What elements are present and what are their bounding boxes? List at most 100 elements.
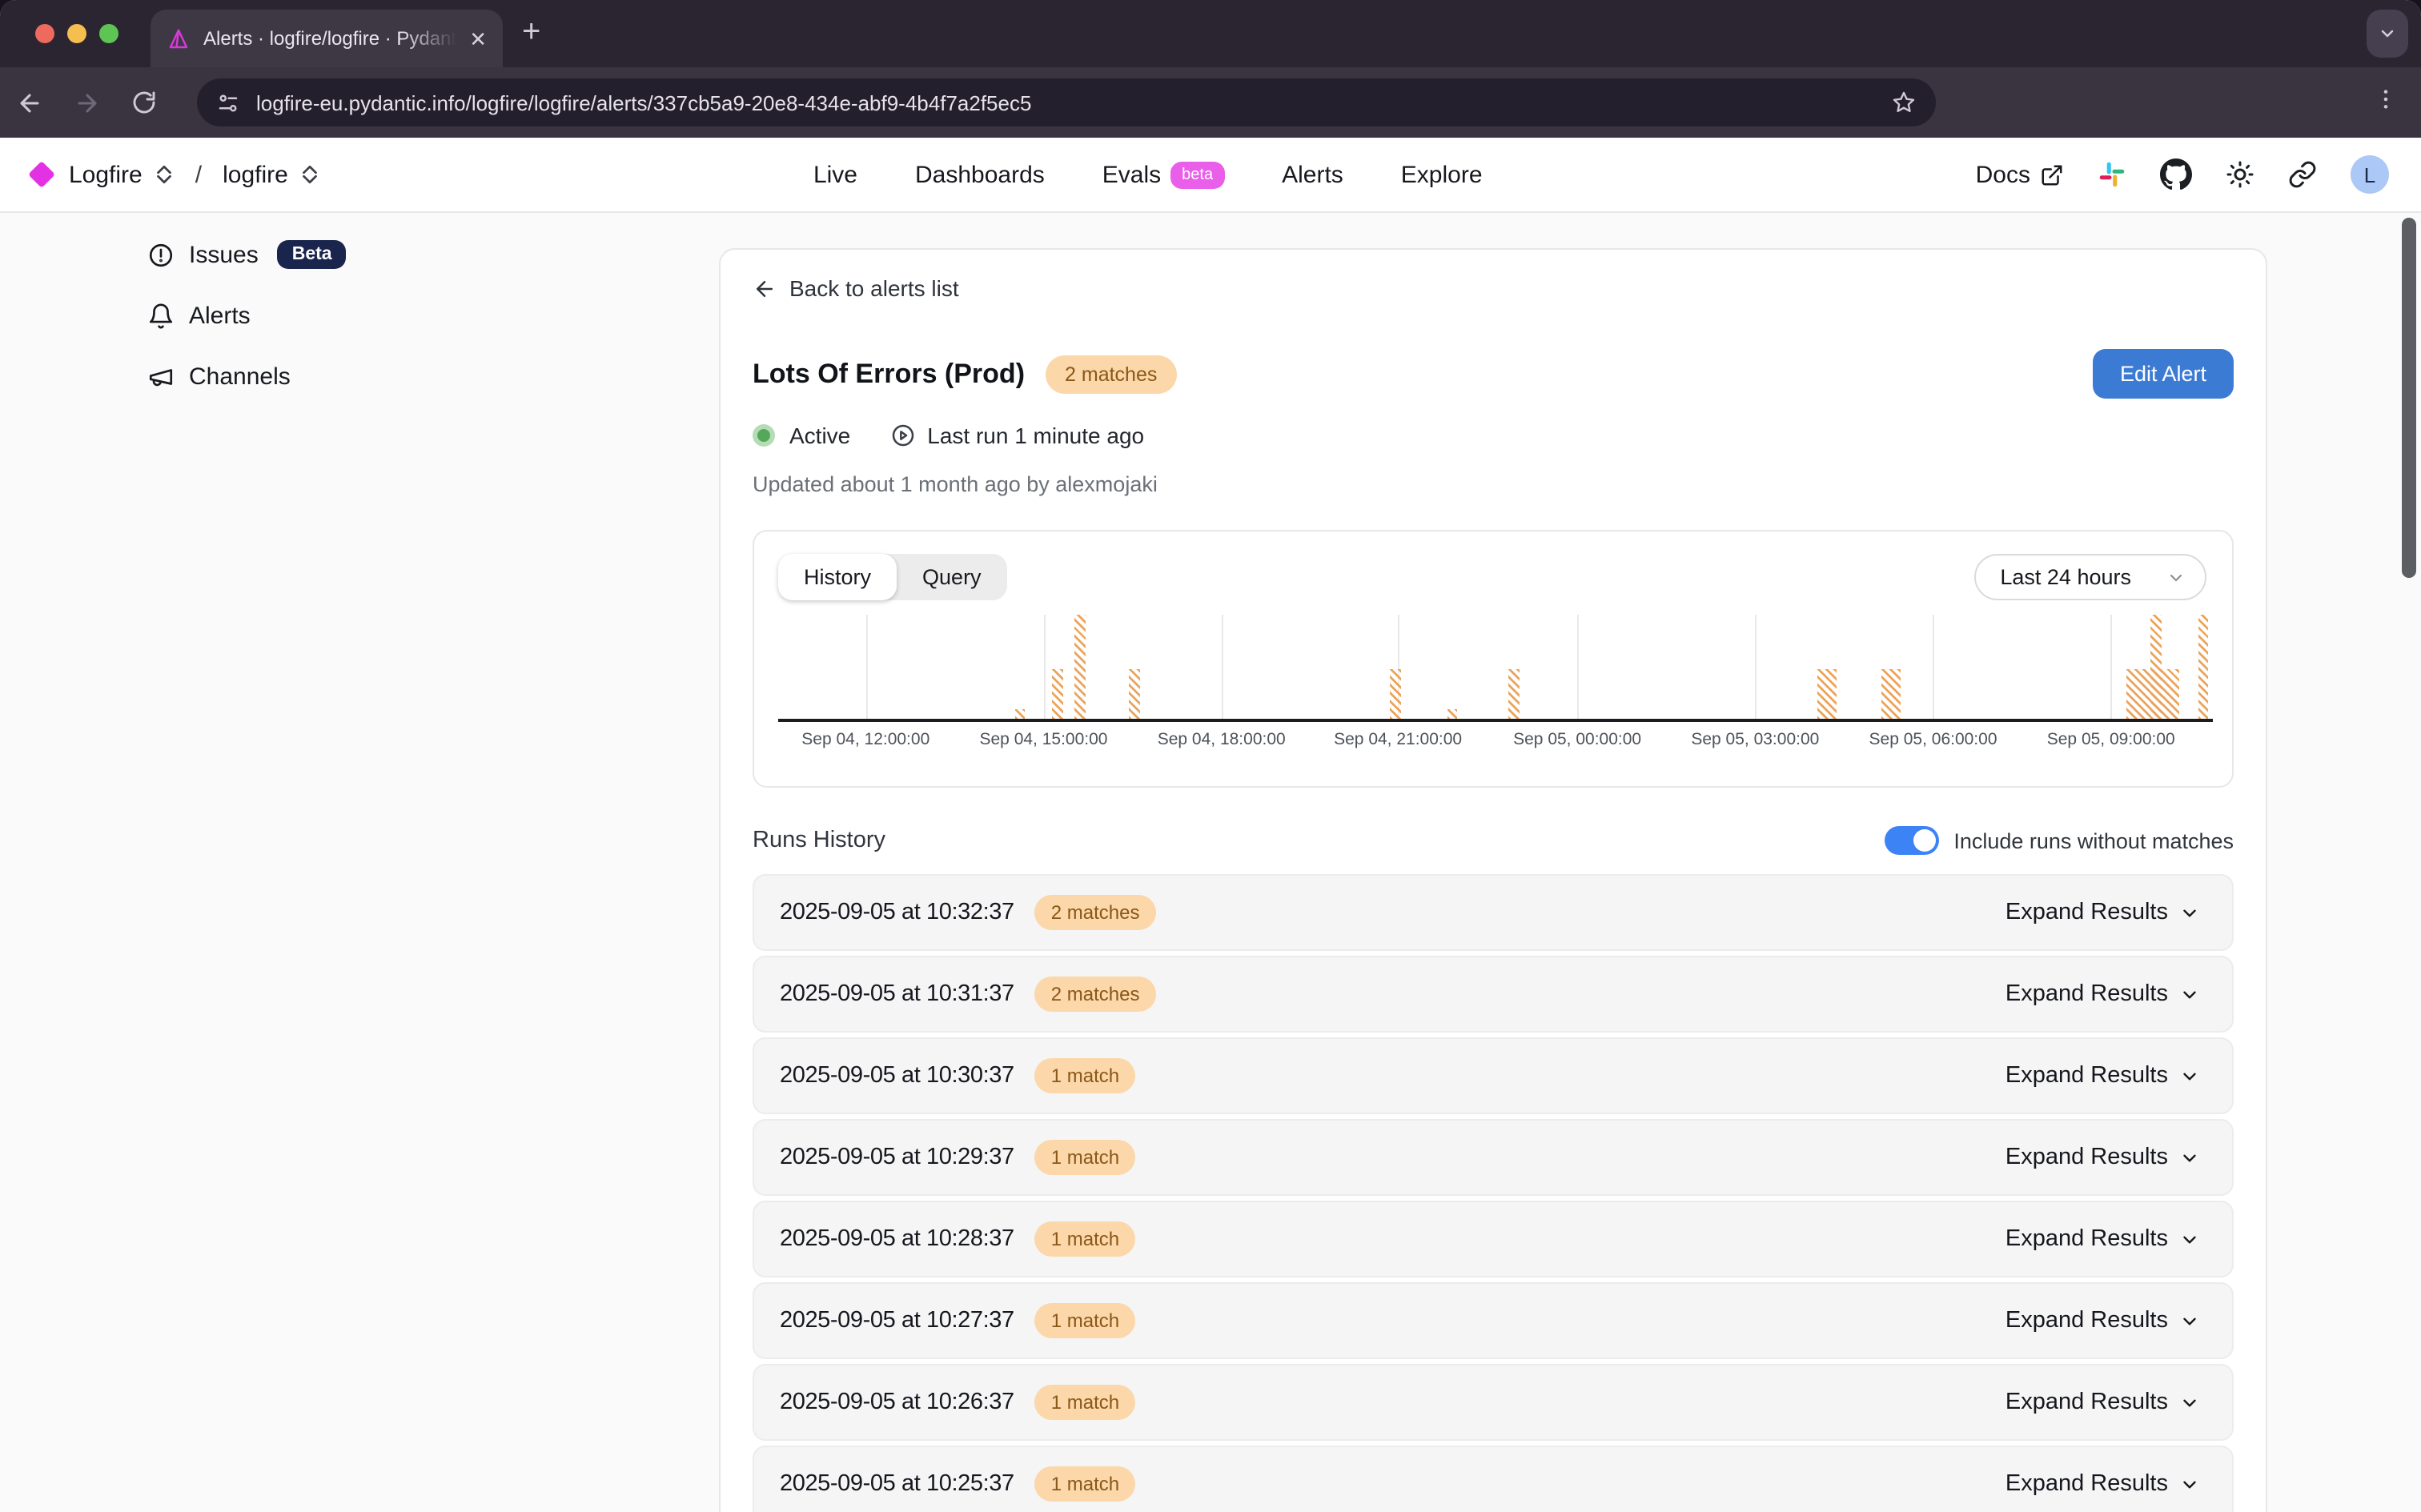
expand-results-button[interactable]: Expand Results [2005, 1390, 2200, 1415]
page-title: Lots Of Errors (Prod) [753, 358, 1025, 390]
expand-results-button[interactable]: Expand Results [2005, 1063, 2200, 1089]
chevron-down-icon [2179, 1147, 2200, 1168]
x-tick-label: Sep 04, 21:00:00 [1334, 730, 1462, 749]
include-runs-toggle-label: Include runs without matches [1953, 828, 2234, 852]
bell-icon [147, 303, 175, 330]
sidebar-item-channels[interactable]: Channels [147, 363, 628, 391]
x-tick-label: Sep 05, 09:00:00 [2047, 730, 2175, 749]
new-tab-button[interactable]: + [522, 14, 540, 51]
nav-item[interactable]: Alerts [1282, 161, 1343, 188]
scrollbar-thumb[interactable] [2402, 218, 2416, 578]
github-icon[interactable] [2160, 158, 2192, 191]
expand-results-button[interactable]: Expand Results [2005, 1145, 2200, 1170]
chevron-down-icon [2179, 1229, 2200, 1249]
tab-query[interactable]: Query [897, 554, 1007, 600]
tab-search-button[interactable] [2367, 10, 2408, 58]
expand-results-button[interactable]: Expand Results [2005, 1471, 2200, 1497]
external-link-icon [2040, 162, 2064, 186]
user-avatar[interactable]: L [2351, 155, 2389, 194]
include-runs-toggle[interactable] [1885, 826, 1939, 855]
run-row: 2025-09-05 at 10:28:37 1 match Expand Re… [753, 1201, 2234, 1277]
chevron-down-icon [2179, 1474, 2200, 1494]
expand-results-button[interactable]: Expand Results [2005, 1308, 2200, 1334]
org-selector-chevrons-icon[interactable] [157, 165, 171, 184]
back-to-alerts-link[interactable]: Back to alerts list [753, 275, 2234, 301]
browser-tab[interactable]: Alerts · logfire/logfire · Pydant ✕ [151, 10, 503, 67]
site-settings-icon[interactable] [216, 90, 240, 114]
gridline [1933, 615, 1935, 719]
chart-bar [1128, 670, 1139, 719]
arrow-left-icon [753, 276, 777, 300]
run-timestamp: 2025-09-05 at 10:28:37 [780, 1226, 1014, 1252]
theme-sun-icon[interactable] [2226, 160, 2254, 189]
toggle-knob [1913, 829, 1936, 852]
docs-link[interactable]: Docs [1976, 161, 2064, 188]
run-matches-badge: 1 match [1035, 1466, 1135, 1502]
run-timestamp: 2025-09-05 at 10:25:37 [780, 1471, 1014, 1497]
slack-icon[interactable] [2098, 160, 2126, 189]
beta-badge: beta [1170, 161, 1224, 188]
matches-badge: 2 matches [1046, 355, 1176, 393]
x-tick-label: Sep 05, 00:00:00 [1513, 730, 1641, 749]
nav-item[interactable]: Dashboards [915, 161, 1045, 188]
breadcrumb-separator: / [195, 161, 202, 188]
run-matches-badge: 1 match [1035, 1140, 1135, 1175]
close-window-button[interactable] [35, 24, 54, 43]
sidebar-item-issues[interactable]: Issues Beta [147, 240, 628, 269]
run-timestamp: 2025-09-05 at 10:29:37 [780, 1145, 1014, 1170]
x-tick-label: Sep 05, 06:00:00 [1869, 730, 1997, 749]
run-matches-badge: 2 matches [1035, 895, 1156, 930]
project-selector[interactable]: logfire [223, 161, 288, 188]
matches-bar-chart [778, 615, 2213, 719]
nav-item[interactable]: Live [813, 161, 857, 188]
logfire-favicon-icon [167, 26, 191, 50]
org-selector[interactable]: Logfire [69, 161, 143, 188]
forward-icon[interactable] [58, 89, 115, 116]
zoom-window-button[interactable] [99, 24, 118, 43]
chevron-down-icon [2179, 1065, 2200, 1086]
app-nav-bar: Logfire / logfire Live Dashboards [0, 138, 2421, 213]
nav-right: Docs L [1976, 155, 2389, 194]
run-timestamp: 2025-09-05 at 10:26:37 [780, 1390, 1014, 1415]
time-range-dropdown[interactable]: Last 24 hours [1974, 554, 2206, 600]
bookmark-star-icon[interactable] [1891, 90, 1917, 115]
chevron-down-icon [2166, 568, 2186, 587]
run-matches-badge: 1 match [1035, 1221, 1135, 1257]
tab-history[interactable]: History [778, 554, 897, 600]
nav-item[interactable]: Evals beta [1102, 161, 1224, 188]
browser-menu-icon[interactable] [2373, 86, 2399, 112]
url-text[interactable]: logfire-eu.pydantic.info/logfire/logfire… [256, 90, 1875, 114]
run-timestamp: 2025-09-05 at 10:32:37 [780, 900, 1014, 925]
chart-bar [1074, 615, 1085, 719]
minimize-window-button[interactable] [67, 24, 86, 43]
expand-results-button[interactable]: Expand Results [2005, 981, 2200, 1007]
share-link-icon[interactable] [2288, 160, 2317, 189]
reload-icon[interactable] [115, 90, 173, 115]
project-selector-chevrons-icon[interactable] [303, 165, 317, 184]
url-bar[interactable]: logfire-eu.pydantic.info/logfire/logfire… [197, 78, 1936, 126]
last-run-label: Last run 1 minute ago [927, 423, 1144, 448]
chart-bar [1016, 709, 1026, 719]
gridline [1222, 615, 1223, 719]
x-tick-label: Sep 05, 03:00:00 [1691, 730, 1819, 749]
run-row: 2025-09-05 at 10:25:37 1 match Expand Re… [753, 1446, 2234, 1512]
sidebar-item-alerts[interactable]: Alerts [147, 303, 628, 330]
chart-bar [1508, 670, 1520, 719]
chart-bar [1882, 670, 1901, 719]
back-icon[interactable] [0, 89, 58, 116]
tab-close-icon[interactable]: ✕ [469, 28, 487, 49]
chevron-down-icon [2179, 1310, 2200, 1331]
sidebar: Issues Beta Alerts Channels [147, 240, 628, 424]
edit-alert-button[interactable]: Edit Alert [2093, 349, 2234, 399]
run-timestamp: 2025-09-05 at 10:30:37 [780, 1063, 1014, 1089]
chevron-down-icon [2378, 24, 2397, 43]
gridline [1755, 615, 1757, 719]
expand-results-button[interactable]: Expand Results [2005, 900, 2200, 925]
x-axis-baseline [778, 719, 2213, 722]
run-matches-badge: 1 match [1035, 1058, 1135, 1093]
logfire-logo-icon [28, 161, 55, 188]
alert-circle-icon [147, 241, 175, 268]
expand-results-button[interactable]: Expand Results [2005, 1226, 2200, 1252]
nav-item[interactable]: Explore [1401, 161, 1483, 188]
run-timestamp: 2025-09-05 at 10:27:37 [780, 1308, 1014, 1334]
